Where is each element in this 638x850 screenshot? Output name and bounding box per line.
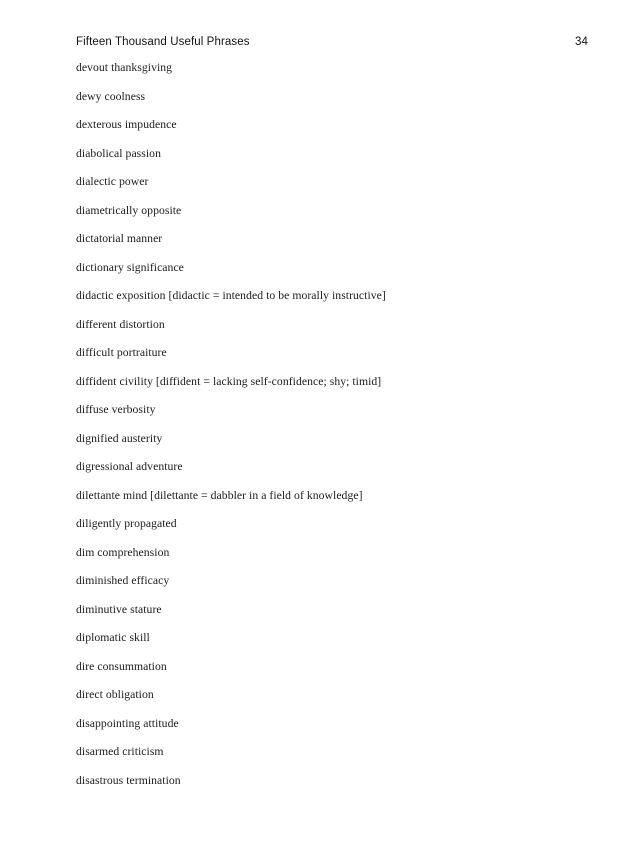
phrase-entry: dim comprehension	[76, 545, 170, 559]
phrase-entry: dexterous impudence	[76, 118, 177, 131]
phrase-entry: diffident civility [diffident = lacking …	[76, 374, 382, 388]
page-number: 34	[575, 36, 588, 48]
phrase-entry: dictatorial manner	[76, 232, 163, 245]
running-head: Fifteen Thousand Useful Phrases 34	[76, 36, 588, 52]
phrase-entry: dilettante mind [dilettante = dabbler in…	[76, 488, 363, 502]
document-page: Fifteen Thousand Useful Phrases 34 devou…	[0, 0, 638, 850]
phrase-entry: diametrically opposite	[76, 203, 182, 217]
phrase-entry: diplomatic skill	[76, 631, 150, 644]
phrase-entry: diminished efficacy	[76, 574, 170, 587]
phrase-entry: dialectic power	[76, 175, 149, 188]
phrase-entry: diligently propagated	[76, 517, 177, 530]
phrase-entry: diminutive stature	[76, 602, 162, 616]
phrase-entry: diffuse verbosity	[76, 403, 156, 416]
phrase-entry: disarmed criticism	[76, 745, 164, 758]
phrase-entry: disappointing attitude	[76, 716, 179, 730]
phrase-entry: dewy coolness	[76, 89, 146, 103]
phrase-entry: digressional adventure	[76, 460, 183, 473]
phrase-entry: difficult portraiture	[76, 346, 167, 359]
phrase-entry: different distortion	[76, 317, 165, 331]
phrase-list: devout thanksgiving dewy coolness dexterou…	[76, 62, 598, 803]
phrase-entry: disastrous termination	[76, 773, 181, 787]
book-title: Fifteen Thousand Useful Phrases	[76, 36, 250, 48]
phrase-entry: devout thanksgiving	[76, 61, 173, 74]
phrase-entry: direct obligation	[76, 688, 154, 701]
phrase-entry: dire consummation	[76, 659, 167, 673]
phrase-entry: diabolical passion	[76, 146, 161, 160]
phrase-entry: didactic exposition [didactic = intended…	[76, 289, 386, 302]
phrase-entry: dictionary significance	[76, 260, 184, 274]
phrase-entry: dignified austerity	[76, 431, 163, 445]
